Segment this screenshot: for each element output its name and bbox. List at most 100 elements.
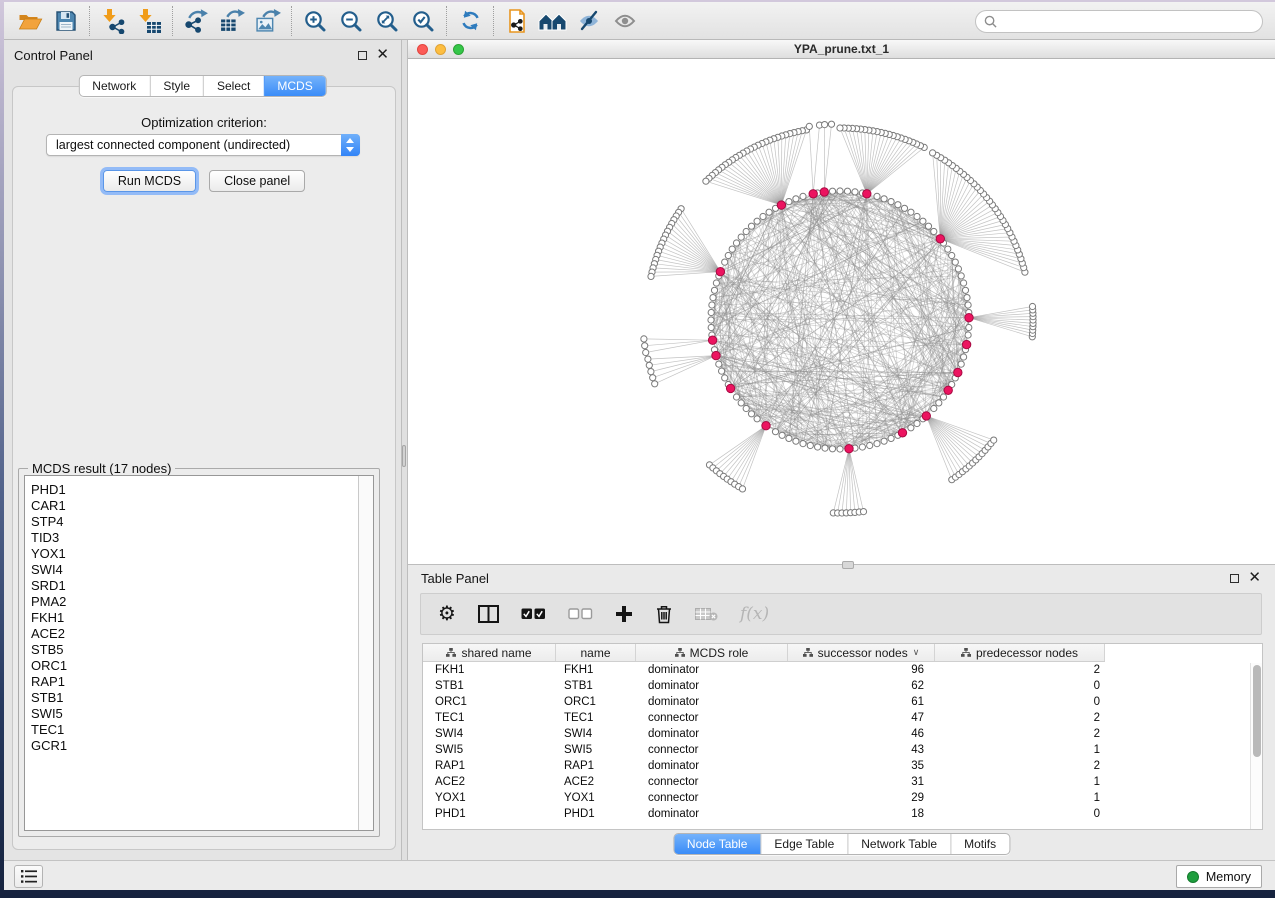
table-cell: 29: [788, 790, 935, 806]
table-row[interactable]: TEC1TEC1connector472: [423, 710, 1105, 726]
home-button[interactable]: [535, 5, 571, 37]
table-row[interactable]: SWI4SWI4dominator462: [423, 726, 1105, 742]
mcds-list-scrollbar[interactable]: [358, 476, 373, 830]
status-bar: Memory: [4, 860, 1275, 890]
mcds-result-item[interactable]: SWI4: [31, 562, 358, 578]
run-mcds-button[interactable]: Run MCDS: [103, 170, 196, 192]
select-all-button[interactable]: [521, 608, 546, 620]
save-session-button[interactable]: [48, 5, 84, 37]
table-row[interactable]: ORC1ORC1dominator610: [423, 694, 1105, 710]
table-row[interactable]: ACE2ACE2connector311: [423, 774, 1105, 790]
export-image-button[interactable]: [250, 5, 286, 37]
search-input[interactable]: [1002, 15, 1254, 29]
table-row[interactable]: RAP1RAP1dominator352: [423, 758, 1105, 774]
mcds-result-item[interactable]: STB5: [31, 642, 358, 658]
mcds-result-item[interactable]: RAP1: [31, 674, 358, 690]
criterion-dropdown[interactable]: largest connected component (undirected): [46, 134, 360, 156]
control-panel-header: Control Panel ✕: [14, 46, 389, 64]
float-panel-icon[interactable]: [358, 51, 367, 60]
import-network-button[interactable]: [95, 5, 131, 37]
import-table-button[interactable]: [131, 5, 167, 37]
mcds-result-item[interactable]: CAR1: [31, 498, 358, 514]
column-header-shared-name[interactable]: shared name: [423, 644, 556, 661]
network-titlebar[interactable]: YPA_prune.txt_1: [408, 40, 1275, 59]
column-header-MCDS-role[interactable]: MCDS role: [636, 644, 788, 661]
table-cell: RAP1: [556, 758, 636, 774]
network-canvas[interactable]: [408, 59, 1275, 564]
mcds-result-item[interactable]: GCR1: [31, 738, 358, 754]
mcds-result-item[interactable]: ACE2: [31, 626, 358, 642]
toolbar-separator: [446, 6, 447, 36]
table-row[interactable]: YOX1YOX1connector291: [423, 790, 1105, 806]
export-table-button[interactable]: [214, 5, 250, 37]
tab-mcds[interactable]: MCDS: [263, 76, 325, 96]
toolbar-separator: [291, 6, 292, 36]
zoom-selected-button[interactable]: [405, 5, 441, 37]
memory-button[interactable]: Memory: [1176, 865, 1262, 888]
search-box[interactable]: [975, 10, 1263, 33]
mcds-result-item[interactable]: PHD1: [31, 482, 358, 498]
table-row[interactable]: PHD1PHD1dominator180: [423, 806, 1105, 822]
window-close-icon[interactable]: [417, 44, 428, 55]
node-table-body: FKH1FKH1dominator962STB1STB1dominator620…: [423, 662, 1262, 822]
zoom-in-button[interactable]: [297, 5, 333, 37]
mcds-result-item[interactable]: TEC1: [31, 722, 358, 738]
refresh-button[interactable]: [452, 5, 488, 37]
column-type-icon: [961, 648, 971, 657]
mcds-result-item[interactable]: ORC1: [31, 658, 358, 674]
float-panel-icon[interactable]: [1230, 574, 1239, 583]
zoom-fit-icon: [375, 9, 399, 33]
column-header-predecessor-nodes[interactable]: predecessor nodes: [935, 644, 1105, 661]
column-header-name[interactable]: name: [556, 644, 636, 661]
unselect-all-button[interactable]: [568, 608, 593, 620]
mcds-result-item[interactable]: STP4: [31, 514, 358, 530]
table-row[interactable]: STB1STB1dominator620: [423, 678, 1105, 694]
mcds-result-item[interactable]: TID3: [31, 530, 358, 546]
splitter-handle[interactable]: [402, 445, 406, 467]
network-graph[interactable]: [408, 59, 1275, 564]
vertical-splitter[interactable]: [401, 40, 408, 860]
zoom-selected-icon: [411, 9, 435, 33]
hide-panels-button[interactable]: [571, 5, 607, 37]
mcds-result-item[interactable]: SWI5: [31, 706, 358, 722]
table-settings-button[interactable]: ⚙: [438, 604, 456, 624]
clone-network-button[interactable]: [499, 5, 535, 37]
close-panel-icon[interactable]: ✕: [1248, 573, 1261, 583]
tab-node-table[interactable]: Node Table: [674, 834, 761, 854]
window-zoom-icon[interactable]: [453, 44, 464, 55]
add-column-button[interactable]: [615, 605, 633, 623]
tab-motifs[interactable]: Motifs: [950, 834, 1009, 854]
show-panels-button[interactable]: [607, 5, 643, 37]
show-columns-button[interactable]: [478, 605, 499, 623]
mcds-result-item[interactable]: FKH1: [31, 610, 358, 626]
table-scrollbar[interactable]: [1250, 663, 1262, 829]
table-cell: YOX1: [556, 790, 636, 806]
column-header-successor-nodes[interactable]: successor nodes∨: [788, 644, 935, 661]
node-table[interactable]: shared namenameMCDS rolesuccessor nodes∨…: [422, 643, 1263, 830]
export-network-button[interactable]: [178, 5, 214, 37]
open-session-button[interactable]: [12, 5, 48, 37]
mcds-result-item[interactable]: SRD1: [31, 578, 358, 594]
mcds-result-item[interactable]: YOX1: [31, 546, 358, 562]
horizontal-splitter-handle[interactable]: [842, 561, 854, 569]
table-cell: ORC1: [556, 694, 636, 710]
tab-network[interactable]: Network: [79, 76, 149, 96]
tab-select[interactable]: Select: [203, 76, 263, 96]
table-cell: PHD1: [556, 806, 636, 822]
table-row[interactable]: SWI5SWI5connector431: [423, 742, 1105, 758]
table-row[interactable]: FKH1FKH1dominator962: [423, 662, 1105, 678]
zoom-out-button[interactable]: [333, 5, 369, 37]
table-cell: connector: [636, 774, 788, 790]
mcds-result-item[interactable]: PMA2: [31, 594, 358, 610]
tab-network-table[interactable]: Network Table: [847, 834, 950, 854]
tab-edge-table[interactable]: Edge Table: [760, 834, 847, 854]
close-panel-button[interactable]: Close panel: [209, 170, 305, 192]
zoom-fit-button[interactable]: [369, 5, 405, 37]
close-panel-icon[interactable]: ✕: [376, 50, 389, 60]
table-scrollbar-thumb[interactable]: [1253, 665, 1261, 757]
delete-column-button[interactable]: [655, 604, 673, 624]
mcds-result-item[interactable]: STB1: [31, 690, 358, 706]
tab-style[interactable]: Style: [149, 76, 203, 96]
window-minimize-icon[interactable]: [435, 44, 446, 55]
log-console-button[interactable]: [14, 865, 43, 888]
